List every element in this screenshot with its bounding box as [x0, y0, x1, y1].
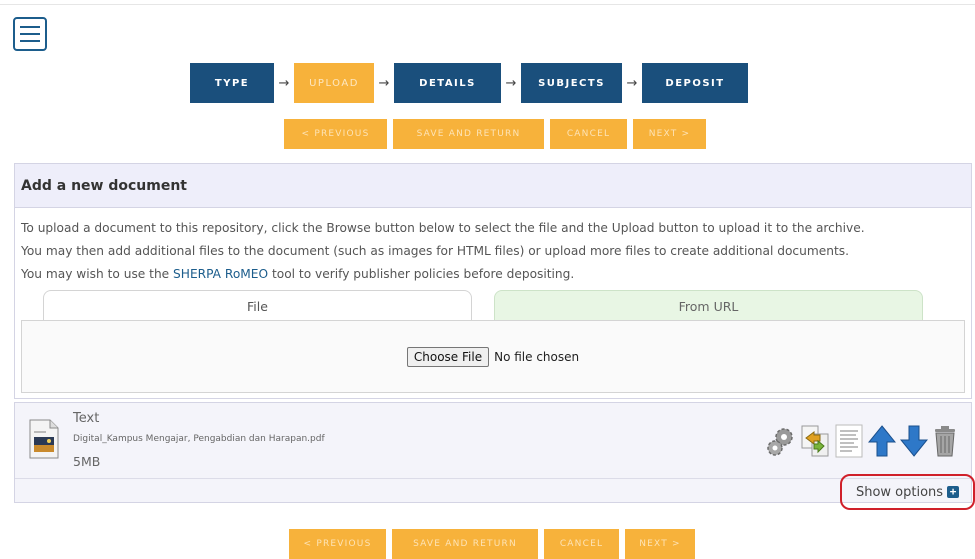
trash-icon[interactable]	[932, 424, 958, 458]
plus-icon: +	[947, 486, 960, 498]
choose-file-button[interactable]: Choose File	[406, 346, 490, 367]
next-button[interactable]: NEXT >	[625, 529, 695, 559]
save-and-return-button[interactable]: SAVE AND RETURN	[393, 119, 544, 149]
add-document-panel: Add a new document To upload a document …	[14, 163, 972, 399]
workflow-steps: TYPE → UPLOAD → DETAILS → SUBJECTS → DEP…	[190, 63, 748, 103]
document-divider	[15, 478, 971, 479]
gear-icon[interactable]	[766, 425, 796, 457]
instructions-line-2: You may then add additional files to the…	[21, 244, 849, 258]
step-arrow-icon: →	[626, 75, 638, 91]
no-file-label: No file chosen	[494, 349, 580, 364]
document-actions	[766, 423, 958, 459]
previous-button[interactable]: < PREVIOUS	[289, 529, 386, 559]
sherpa-romeo-link[interactable]: SHERPA RoMEO	[173, 267, 268, 281]
save-and-return-button[interactable]: SAVE AND RETURN	[392, 529, 538, 559]
document-type: Text	[73, 411, 100, 426]
step-arrow-icon: →	[278, 75, 290, 91]
panel-title: Add a new document	[15, 164, 971, 208]
show-options-label: Show options	[855, 484, 944, 500]
document-size: 5MB	[73, 454, 101, 469]
file-upload-area: Choose File No file chosen	[21, 320, 965, 393]
uploaded-document: Text Digital_Kampus Mengajar, Pengabdian…	[14, 402, 972, 503]
top-divider	[0, 4, 975, 5]
arrow-up-icon[interactable]	[868, 424, 896, 458]
step-upload[interactable]: UPLOAD	[294, 63, 374, 103]
step-subjects[interactable]: SUBJECTS	[521, 63, 622, 103]
top-nav-buttons: < PREVIOUS SAVE AND RETURN CANCEL NEXT >	[284, 119, 706, 149]
instructions-line-3: You may wish to use the SHERPA RoMEO too…	[21, 267, 575, 281]
step-details[interactable]: DETAILS	[394, 63, 501, 103]
instructions-line-1: To upload a document to this repository,…	[21, 221, 865, 235]
upload-instructions: To upload a document to this repository,…	[21, 217, 971, 286]
next-button[interactable]: NEXT >	[633, 119, 706, 149]
bottom-nav-buttons: < PREVIOUS SAVE AND RETURN CANCEL NEXT >	[289, 529, 695, 559]
step-arrow-icon: →	[505, 75, 517, 91]
tab-from-url[interactable]: From URL	[494, 290, 923, 321]
show-options-button[interactable]: Show options +	[840, 474, 975, 510]
convert-icon[interactable]	[800, 424, 830, 458]
pdf-document-icon	[28, 419, 60, 463]
hamburger-menu-icon[interactable]	[13, 17, 47, 51]
cancel-button[interactable]: CANCEL	[544, 529, 619, 559]
previous-button[interactable]: < PREVIOUS	[284, 119, 387, 149]
step-deposit[interactable]: DEPOSIT	[642, 63, 748, 103]
cancel-button[interactable]: CANCEL	[550, 119, 627, 149]
arrow-down-icon[interactable]	[900, 424, 928, 458]
text-doc-icon[interactable]	[834, 423, 864, 459]
step-arrow-icon: →	[378, 75, 390, 91]
tab-file[interactable]: File	[43, 290, 472, 321]
step-type[interactable]: TYPE	[190, 63, 274, 103]
document-filename[interactable]: Digital_Kampus Mengajar, Pengabdian dan …	[73, 434, 325, 444]
